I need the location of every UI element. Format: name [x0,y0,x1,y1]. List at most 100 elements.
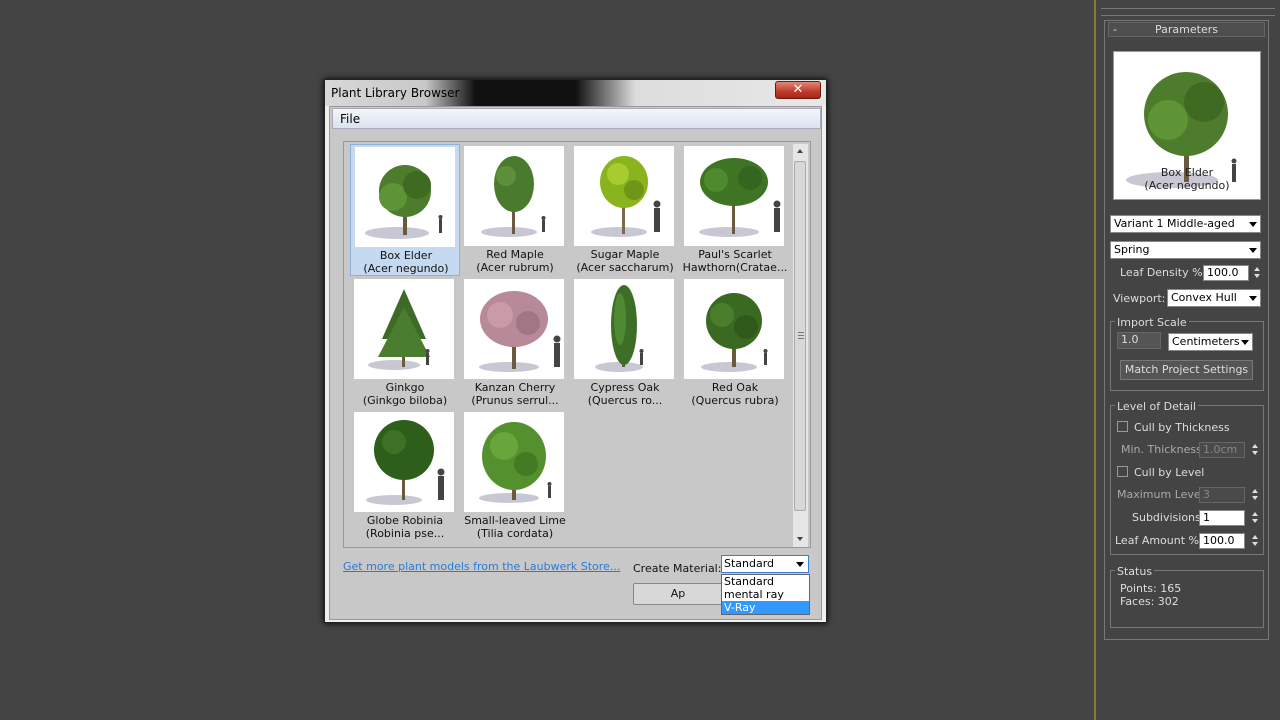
rollout-header[interactable]: - Parameters [1108,22,1265,37]
plant-caption: Ginkgo (Ginkgo biloba) [362,381,448,407]
import-scale-input[interactable]: 1.0 [1117,332,1161,349]
plant-thumbnail [464,279,564,379]
preview-caption: Box Elder (Acer negundo) [1144,166,1230,192]
create-material-options: Standard mental ray V-Ray [721,574,810,615]
import-unit-dropdown[interactable]: Centimeters [1168,333,1253,351]
plant-library-dialog: Plant Library Browser ✕ File Box Elder (A… [324,79,827,623]
import-scale-title: Import Scale [1115,316,1189,329]
create-material-dropdown[interactable]: Standard [721,555,809,573]
option-mental-ray[interactable]: mental ray [722,588,809,601]
plant-thumbnail [354,412,454,512]
close-button[interactable]: ✕ [775,81,821,99]
option-vray[interactable]: V-Ray [722,601,809,614]
viewport-dropdown[interactable]: Convex Hull [1167,289,1261,307]
chevron-down-icon [1249,248,1257,253]
menu-file[interactable]: File [340,112,360,126]
tree-icon [595,285,644,372]
spinner-icon[interactable] [1253,265,1261,281]
tree-icon [699,158,781,237]
tree-icon [368,289,430,370]
cull-thickness-checkbox[interactable] [1117,421,1128,432]
plant-caption: Cypress Oak (Quercus ro... [587,381,663,407]
plant-thumbnail [574,146,674,246]
spinner-icon[interactable] [1251,487,1259,503]
plant-caption: Kanzan Cherry (Prunus serrul... [471,381,559,407]
plant-item[interactable]: Kanzan Cherry (Prunus serrul... [460,277,570,409]
rollout-title: Parameters [1155,23,1218,36]
cull-thickness-label: Cull by Thickness [1134,421,1230,434]
plant-thumbnail [684,146,784,246]
plant-thumbnail [574,279,674,379]
viewport-label: Viewport: [1113,292,1166,305]
max-level-label: Maximum Level: [1117,488,1208,501]
apply-button[interactable]: Ap [633,583,723,605]
plant-item[interactable]: Red Maple (Acer rubrum) [460,144,570,276]
plant-item[interactable]: Red Oak (Quercus rubra) [680,277,790,409]
plant-thumbnail [355,147,455,247]
collapse-icon: - [1113,23,1117,36]
spinner-icon[interactable] [1251,510,1259,526]
scroll-thumb[interactable] [794,161,806,511]
chevron-down-icon [1249,222,1257,227]
apply-label: Ap [670,587,686,600]
variant-dropdown[interactable]: Variant 1 Middle-aged [1110,215,1261,233]
chevron-down-icon [796,562,804,567]
cull-level-label: Cull by Level [1134,466,1205,479]
create-material-value: Standard [724,557,775,570]
plant-caption: Paul's Scarlet Hawthorn(Cratae... [682,248,788,274]
grid-scrollbar[interactable] [793,144,808,547]
plant-caption: Red Oak (Quercus rubra) [691,381,779,407]
dialog-body: File Box Elder (Acer negundo) Red Maple (A… [329,106,822,620]
tree-icon [591,156,661,237]
tree-icon [365,165,443,239]
option-standard[interactable]: Standard [722,575,809,588]
command-panel: - Parameters Box Elder (Acer negundo) Var… [1096,0,1280,720]
leaf-amount-label: Leaf Amount %: [1115,534,1203,547]
plant-thumbnail [464,412,564,512]
plant-caption: Red Maple (Acer rubrum) [476,248,554,274]
plant-item[interactable]: Cypress Oak (Quercus ro... [570,277,680,409]
tree-icon [366,420,445,505]
cull-level-checkbox[interactable] [1117,466,1128,477]
create-material-label: Create Material: [633,562,722,575]
tree-icon [479,422,552,503]
max-level-input[interactable]: 3 [1199,487,1245,503]
plant-thumbnail [354,279,454,379]
plant-thumbnail [464,146,564,246]
plant-item[interactable]: Paul's Scarlet Hawthorn(Cratae... [680,144,790,276]
plant-item[interactable]: Small-leaved Lime (Tilia cordata) [460,410,570,542]
subdivisions-input[interactable]: 1 [1199,510,1245,526]
tree-icon [479,291,561,372]
scroll-down-icon[interactable] [793,532,808,547]
plant-item[interactable]: Globe Robinia (Robinia pse... [350,410,460,542]
status-points: Points: 165 [1120,582,1182,595]
leaf-amount-input[interactable]: 100.0 [1199,533,1245,549]
lod-title: Level of Detail [1115,400,1199,413]
plant-caption: Sugar Maple (Acer saccharum) [576,248,674,274]
plant-item[interactable]: Ginkgo (Ginkgo biloba) [350,277,460,409]
close-icon: ✕ [792,82,804,97]
leaf-density-label: Leaf Density %: [1120,266,1207,279]
plant-caption: Box Elder (Acer negundo) [363,249,449,275]
min-thickness-input[interactable]: 1.0cm [1199,442,1245,458]
status-faces: Faces: 302 [1120,595,1179,608]
plant-grid: Box Elder (Acer negundo) Red Maple (Acer r… [343,141,811,548]
spinner-icon[interactable] [1251,442,1259,458]
season-dropdown[interactable]: Spring [1110,241,1261,259]
leaf-density-input[interactable]: 100.0 [1203,265,1249,281]
plant-item[interactable]: Box Elder (Acer negundo) [350,144,460,276]
grip-icon [798,332,804,339]
dialog-title: Plant Library Browser [331,86,460,100]
dialog-titlebar[interactable]: Plant Library Browser ✕ [325,80,826,106]
store-link[interactable]: Get more plant models from the Laubwerk … [343,560,620,573]
plant-preview: Box Elder (Acer negundo) [1113,51,1261,200]
scroll-up-icon[interactable] [793,144,808,159]
tree-icon [701,293,768,372]
spinner-icon[interactable] [1251,533,1259,549]
match-project-settings-button[interactable]: Match Project Settings [1120,360,1253,380]
min-thickness-label: Min. Thickness: [1121,443,1206,456]
tree-icon [481,156,546,237]
panel-topbar [1101,8,1275,16]
plant-caption: Globe Robinia (Robinia pse... [365,514,445,540]
plant-item[interactable]: Sugar Maple (Acer saccharum) [570,144,680,276]
